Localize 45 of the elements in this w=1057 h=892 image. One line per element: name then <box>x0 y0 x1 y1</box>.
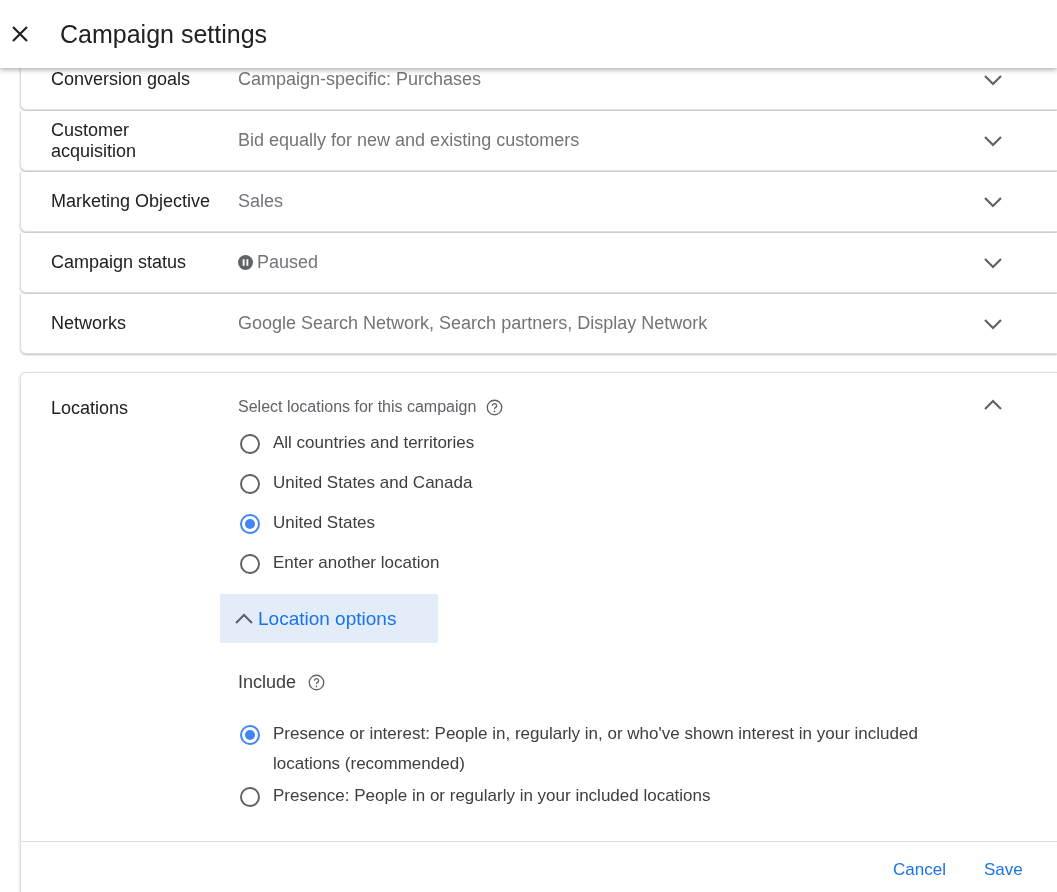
setting-row[interactable]: Customer acquisition Bid equally for new and existing customers <box>20 111 1057 171</box>
setting-label: Locations <box>50 397 130 420</box>
chevron-down-icon <box>983 256 1003 269</box>
radio-label: United States and Canada <box>273 472 473 494</box>
radio-label: Presence or interest: People in, regularly in, or who've shown interest in your included locations (recommended) <box>273 723 919 775</box>
chevron-down-icon <box>983 195 1003 208</box>
setting-value: Campaign-specific: Purchases <box>238 68 482 90</box>
setting-value: Sales <box>238 191 284 212</box>
setting-value: Google Search Network, Search partners, Display Network <box>238 313 708 334</box>
chevron-down-icon <box>983 74 1003 86</box>
chevron-up-icon <box>234 612 254 625</box>
help-icon[interactable] <box>308 673 326 691</box>
setting-label: Customer acquisition <box>50 119 138 162</box>
pause-icon <box>238 255 253 270</box>
radio-button[interactable] <box>240 787 260 807</box>
setting-label: Networks <box>50 313 127 334</box>
section-prompt: Select locations for this campaign <box>238 397 477 417</box>
radio-button[interactable] <box>240 554 260 574</box>
radio-button[interactable] <box>240 474 260 494</box>
setting-label: Conversion goals <box>50 68 192 90</box>
page-title: Campaign settings <box>60 19 268 49</box>
close-icon <box>11 25 29 43</box>
setting-row[interactable]: Campaign status Paused <box>20 233 1057 293</box>
setting-row[interactable]: Marketing Objective Sales <box>20 172 1057 232</box>
chevron-up-icon <box>983 399 1003 411</box>
radio-button[interactable] <box>240 434 260 454</box>
chevron-down-icon <box>983 134 1003 147</box>
action-button[interactable]: Save <box>973 854 1033 886</box>
setting-value: Paused <box>257 252 319 273</box>
radio-label: Enter another location <box>273 552 440 574</box>
radio-label: United States <box>273 512 376 534</box>
location-options-button[interactable]: Location options <box>220 594 438 643</box>
setting-row[interactable]: Conversion goals Campaign-specific: Purchases <box>20 68 1057 110</box>
radio-label: All countries and territories <box>273 432 475 454</box>
setting-row[interactable]: Networks Google Search Network, Search partners, Display Network <box>20 294 1057 354</box>
chevron-down-icon <box>983 317 1003 330</box>
setting-value: Bid equally for new and existing customers <box>238 130 580 151</box>
help-icon[interactable] <box>486 398 504 416</box>
radio-button[interactable] <box>240 514 260 534</box>
setting-label: Campaign status <box>50 252 188 273</box>
include-label: Include <box>238 671 297 694</box>
setting-label: Marketing Objective <box>50 191 212 212</box>
radio-button[interactable] <box>240 725 260 745</box>
action-button[interactable]: Cancel <box>883 854 956 886</box>
radio-label: Presence: People in or regularly in your included locations <box>273 785 711 807</box>
